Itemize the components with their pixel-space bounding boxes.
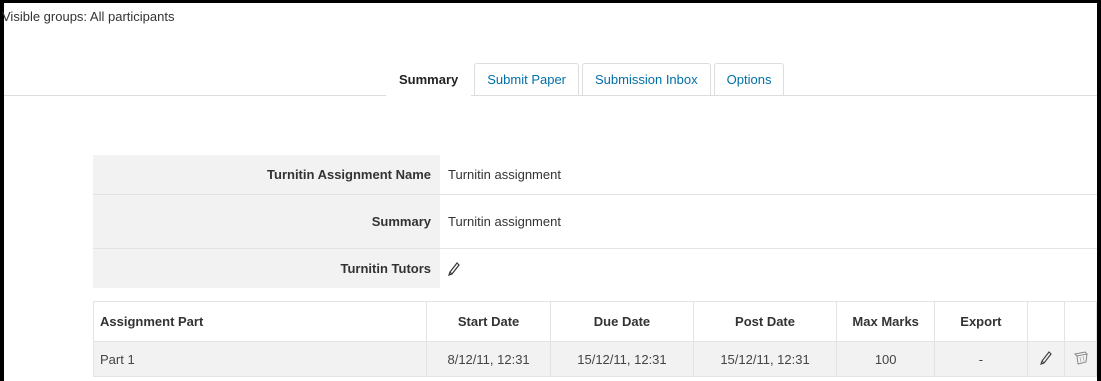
assignment-name-value: Turnitin assignment <box>440 155 1097 194</box>
start-date: 8/12/11, 12:31 <box>425 341 552 377</box>
col-post-date: Post Date <box>692 301 838 342</box>
tab-submit-paper[interactable]: Submit Paper <box>474 63 580 95</box>
assignment-parts-table: Assignment Part Start Date Due Date Post… <box>93 301 1097 377</box>
summary-row: Summary Turnitin assignment <box>93 195 1097 249</box>
tab-summary[interactable]: Summary <box>386 63 472 97</box>
tab-bar: Summary Submit Paper Submission Inbox Op… <box>386 63 787 97</box>
window-right-border <box>1097 0 1101 381</box>
tutors-value <box>440 249 1097 288</box>
window-top-border <box>0 0 1101 3</box>
col-start-date: Start Date <box>425 301 552 342</box>
assignment-name-row: Turnitin Assignment Name Turnitin assign… <box>93 155 1097 195</box>
post-date: 15/12/11, 12:31 <box>692 341 838 377</box>
col-edit <box>1026 301 1066 342</box>
col-export: Export <box>934 301 1028 342</box>
bin-icon[interactable] <box>1073 350 1089 366</box>
table-header-row: Assignment Part Start Date Due Date Post… <box>93 301 1097 342</box>
part-name: Part 1 <box>93 341 427 377</box>
col-delete <box>1064 301 1097 342</box>
pencil-icon[interactable] <box>1040 350 1052 365</box>
col-assignment-part: Assignment Part <box>93 301 427 342</box>
table-row: Part 1 8/12/11, 12:31 15/12/11, 12:31 15… <box>93 341 1097 377</box>
edit-part-cell <box>1026 341 1066 377</box>
export-value: - <box>934 341 1028 377</box>
max-marks: 100 <box>836 341 936 377</box>
summary-value: Turnitin assignment <box>440 195 1097 248</box>
col-max-marks: Max Marks <box>836 301 936 342</box>
assignment-name-label: Turnitin Assignment Name <box>93 155 440 194</box>
assignment-summary: Turnitin Assignment Name Turnitin assign… <box>93 155 1097 288</box>
delete-part-cell <box>1064 341 1097 377</box>
summary-label: Summary <box>93 195 440 248</box>
window-left-border <box>0 0 4 381</box>
col-due-date: Due Date <box>550 301 694 342</box>
tab-submission-inbox[interactable]: Submission Inbox <box>582 63 711 95</box>
tutors-row: Turnitin Tutors <box>93 249 1097 288</box>
visible-groups-label: Visible groups: All participants <box>2 9 175 24</box>
pencil-icon[interactable] <box>448 261 460 276</box>
tab-options[interactable]: Options <box>713 63 785 95</box>
tutors-label: Turnitin Tutors <box>93 249 440 288</box>
due-date: 15/12/11, 12:31 <box>550 341 694 377</box>
